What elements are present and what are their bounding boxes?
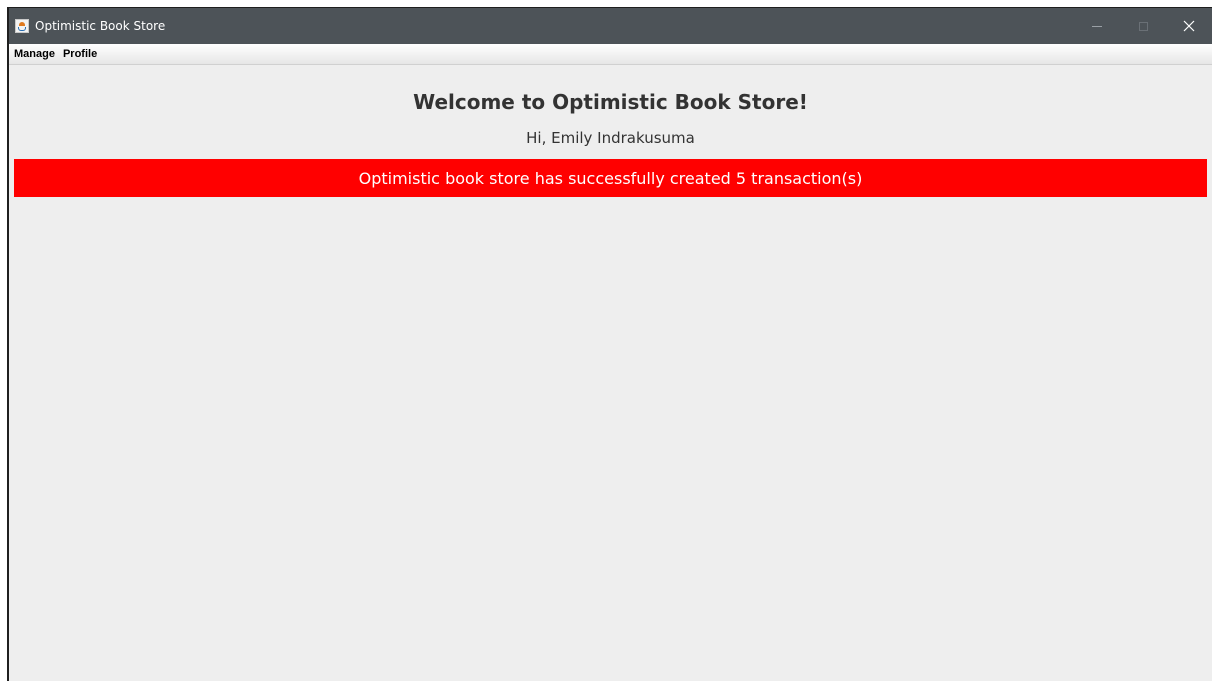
- close-icon: [1183, 20, 1195, 32]
- welcome-title: Welcome to Optimistic Book Store!: [413, 90, 808, 114]
- minimize-button[interactable]: [1074, 8, 1120, 44]
- menu-manage[interactable]: Manage: [14, 48, 55, 60]
- menu-bar: Manage Profile: [9, 44, 1212, 65]
- maximize-icon: [1138, 21, 1148, 31]
- java-cup-icon: [15, 19, 29, 33]
- title-bar[interactable]: Optimistic Book Store: [9, 8, 1212, 44]
- main-content: Welcome to Optimistic Book Store! Hi, Em…: [9, 65, 1212, 681]
- transaction-status-banner: Optimistic book store has successfully c…: [14, 159, 1207, 197]
- close-button[interactable]: [1166, 8, 1212, 44]
- transaction-status-text: Optimistic book store has successfully c…: [358, 168, 863, 188]
- window-controls: [1074, 8, 1212, 44]
- minimize-icon: [1092, 25, 1102, 27]
- window-title: Optimistic Book Store: [35, 19, 166, 33]
- maximize-button[interactable]: [1120, 8, 1166, 44]
- menu-profile[interactable]: Profile: [63, 48, 97, 60]
- user-greeting: Hi, Emily Indrakusuma: [526, 129, 695, 147]
- app-window: Optimistic Book Store Manage Profile Wel…: [7, 7, 1212, 681]
